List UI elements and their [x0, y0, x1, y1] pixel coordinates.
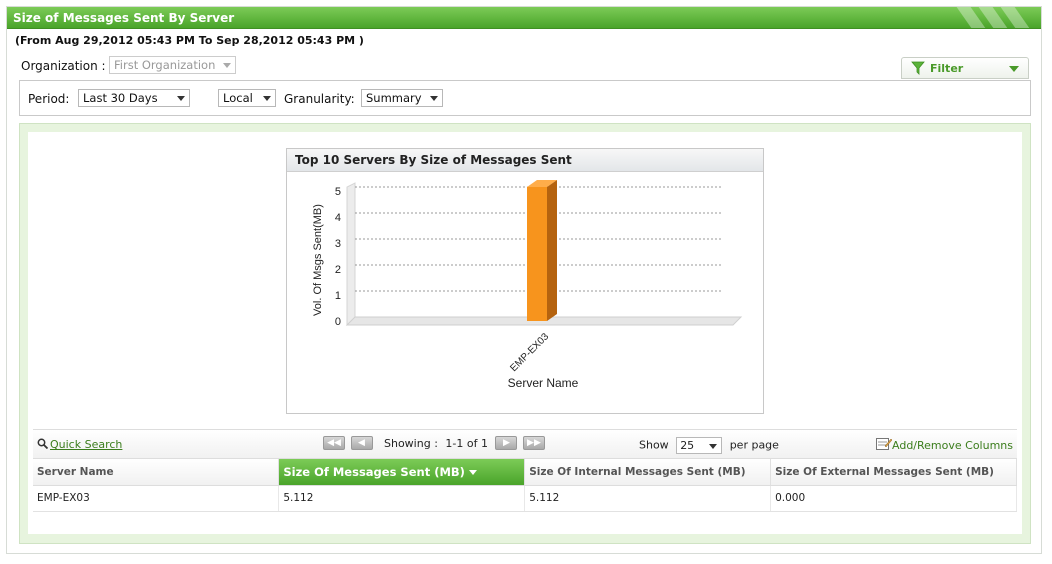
chart-title: Top 10 Servers By Size of Messages Sent: [287, 149, 763, 172]
chevron-down-icon: [709, 444, 718, 449]
y-tick-label: 0: [335, 316, 341, 328]
date-range: (From Aug 29,2012 05:43 PM To Sep 28,201…: [15, 34, 364, 47]
last-page-button[interactable]: ▶▶: [522, 436, 545, 450]
organization-label: Organization :: [21, 59, 106, 73]
prev-page-icon: ◀: [358, 438, 365, 448]
prev-page-button[interactable]: ◀: [350, 436, 373, 450]
y-tick-label: 5: [335, 186, 341, 198]
bar-chart: 0 1 2 3 4 5 EMP-EX03 Vol. Of Msgs Sent(MB) Serve…: [312, 180, 743, 390]
add-remove-columns-link[interactable]: Add/Remove Columns: [892, 439, 1013, 452]
funnel-icon: [911, 61, 925, 75]
period-label: Period:: [28, 92, 70, 106]
content-area: Top 10 Servers By Size of Messages Sent …: [19, 123, 1031, 544]
column-header-label: Size Of Messages Sent (MB): [283, 464, 465, 479]
content-inner: Top 10 Servers By Size of Messages Sent …: [28, 132, 1022, 534]
first-page-icon: ◀◀: [327, 438, 341, 448]
granularity-select[interactable]: Summary: [361, 89, 443, 107]
organization-select[interactable]: First Organization: [109, 56, 236, 74]
data-table: Server Name Size Of Messages Sent (MB) S…: [33, 459, 1017, 512]
chart-side-wall: [346, 182, 356, 326]
column-header-label: Server Name: [37, 465, 114, 478]
x-tick-label: EMP-EX03: [508, 331, 551, 374]
y-axis-label: Vol. Of Msgs Sent(MB): [312, 204, 324, 316]
y-tick-label: 3: [335, 238, 341, 250]
first-page-button[interactable]: ◀◀: [323, 436, 345, 450]
period-select-value: Last 30 Days: [83, 91, 158, 105]
column-header-internal-size[interactable]: Size Of Internal Messages Sent (MB): [524, 459, 772, 486]
chevron-down-icon: [263, 96, 271, 101]
showing-label: Showing :: [384, 436, 438, 450]
cell-server-name: EMP-EX03: [33, 485, 280, 512]
bar: [527, 187, 547, 321]
period-select[interactable]: Last 30 Days: [78, 89, 190, 107]
sort-down-icon: [468, 469, 477, 475]
organization-select-value: First Organization: [114, 58, 216, 72]
column-header-label: Size Of Internal Messages Sent (MB): [529, 465, 746, 478]
filter-panel: Period: Last 30 Days Local Granularity: …: [19, 80, 1031, 116]
pager: ◀◀ ◀ Showing : 1-1 of 1 ▶ ▶▶: [323, 436, 547, 450]
table-header-row: Server Name Size Of Messages Sent (MB) S…: [33, 459, 1017, 486]
filter-label: Filter: [930, 62, 964, 75]
per-page-label: per page: [729, 438, 779, 452]
column-header-label: Size Of External Messages Sent (MB): [775, 465, 994, 478]
granularity-select-value: Summary: [366, 91, 422, 105]
report-panel: Size of Messages Sent By Server (From Au…: [6, 6, 1042, 554]
page-size-select[interactable]: 25: [676, 437, 723, 454]
cell-internal-size: 5.112: [524, 485, 772, 512]
showing-value: 1-1 of 1: [445, 436, 488, 450]
filter-button[interactable]: Filter: [901, 57, 1029, 79]
grid-toolbar: Quick Search ◀◀ ◀ Showing : 1-1 of 1 ▶ ▶…: [33, 429, 1017, 459]
add-remove-columns[interactable]: Add/Remove Columns: [876, 437, 1013, 452]
cell-external-size: 0.000: [770, 485, 1017, 512]
y-tick-label: 2: [335, 264, 341, 276]
chevron-down-icon: [430, 96, 438, 101]
title-bar: Size of Messages Sent By Server: [7, 7, 1041, 29]
organization-row: Organization :: [21, 59, 106, 73]
next-page-icon: ▶: [503, 438, 510, 448]
last-page-icon: ▶▶: [527, 438, 541, 448]
page-size-group: Show 25 per page: [639, 437, 779, 454]
chart-panel: Top 10 Servers By Size of Messages Sent …: [286, 148, 764, 414]
granularity-label: Granularity:: [284, 92, 355, 106]
edit-columns-icon: [876, 438, 893, 450]
quick-search[interactable]: Quick Search: [37, 438, 122, 451]
show-label: Show: [639, 438, 669, 452]
chevron-down-icon: [1009, 66, 1019, 72]
y-tick-label: 4: [335, 212, 341, 224]
chevron-down-icon: [223, 63, 231, 68]
search-icon: [37, 438, 49, 450]
quick-search-link[interactable]: Quick Search: [50, 438, 122, 451]
timezone-select[interactable]: Local: [218, 89, 276, 107]
column-header-server-name[interactable]: Server Name: [33, 459, 280, 486]
bar-side: [547, 180, 557, 321]
next-page-button[interactable]: ▶: [495, 436, 518, 450]
cell-size-sent: 5.112: [278, 485, 526, 512]
y-tick-label: 1: [335, 290, 341, 302]
table-row: EMP-EX03 5.112 5.112 0.000: [33, 485, 1017, 512]
page-size-value: 25: [680, 439, 695, 452]
chevron-down-icon: [177, 96, 185, 101]
report-title: Size of Messages Sent By Server: [13, 11, 235, 25]
column-header-size-sent[interactable]: Size Of Messages Sent (MB): [278, 459, 526, 486]
timezone-select-value: Local: [223, 91, 253, 105]
column-header-external-size[interactable]: Size Of External Messages Sent (MB): [770, 459, 1017, 486]
x-axis-label: Server Name: [508, 376, 579, 390]
